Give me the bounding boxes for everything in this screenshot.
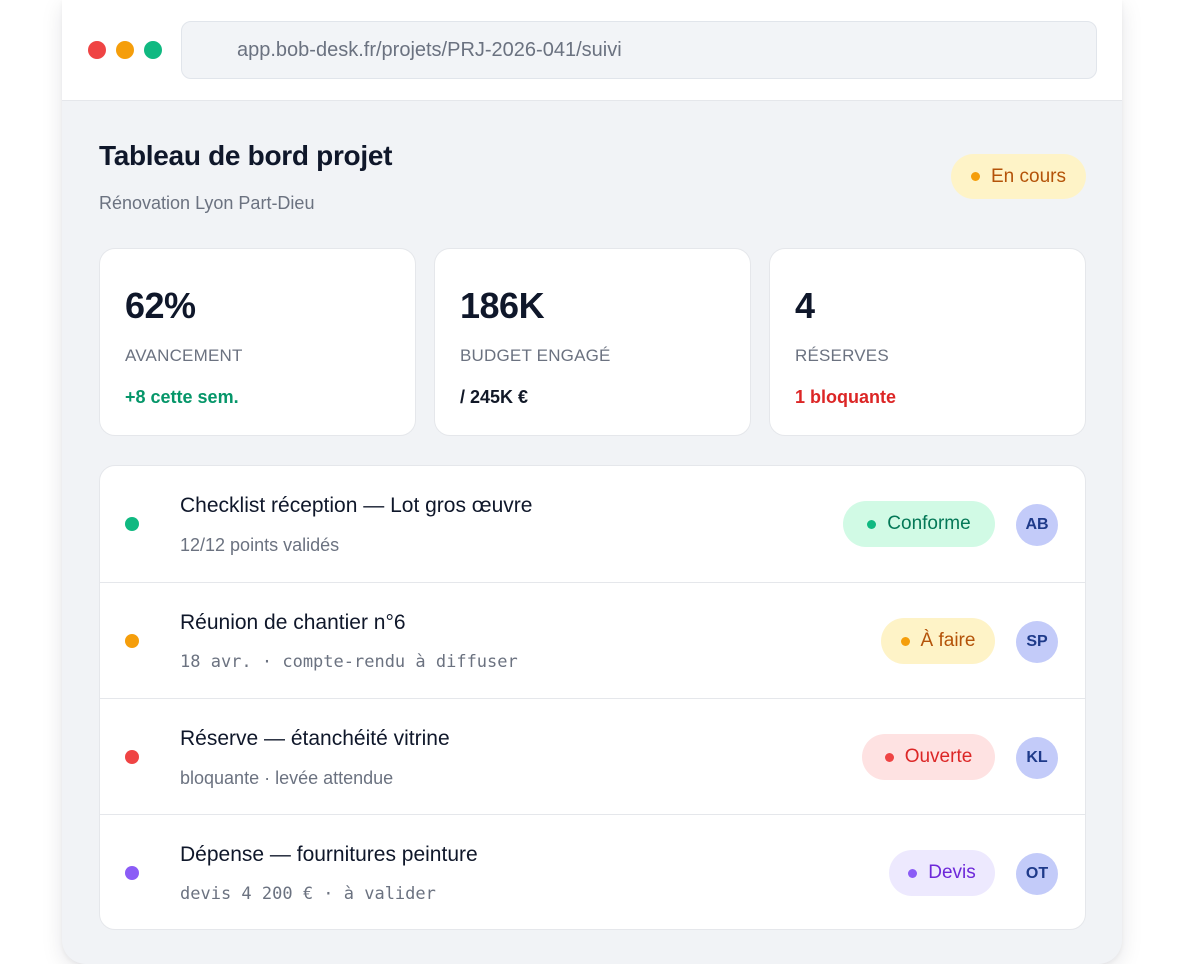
task-status-badge[interactable]: Devis: [889, 850, 995, 896]
stat-card-budget: 186K BUDGET ENGAGÉ / 245K €: [434, 248, 751, 436]
stat-trend: +8 cette sem.: [125, 387, 239, 407]
assignee-avatar[interactable]: AB: [1016, 504, 1058, 546]
stat-value: 186K: [460, 285, 545, 326]
task-meta: bloquante · levée attendue: [180, 768, 394, 788]
minimize-window-button[interactable]: [116, 41, 134, 59]
row-status-dot: [125, 750, 139, 764]
stat-card-progress: 62% AVANCEMENT +8 cette sem.: [99, 248, 416, 436]
task-meta: devis 4 200 € · à valider: [180, 884, 436, 904]
task-status-label: À faire: [920, 630, 976, 651]
task-meta: 18 avr. · compte-rendu à diffuser: [180, 652, 518, 672]
status-dot-icon: [908, 868, 918, 878]
assignee-avatar[interactable]: KL: [1016, 737, 1058, 779]
status-dot-icon: [884, 752, 894, 762]
status-dot-icon: [971, 172, 980, 181]
status-dot-icon: [900, 636, 910, 646]
row-status-dot: [125, 866, 139, 880]
task-status-badge[interactable]: Conforme: [843, 501, 995, 547]
browser-window: app.bob-desk.fr/projets/PRJ-2026-041/sui…: [62, 0, 1122, 964]
close-window-button[interactable]: [88, 41, 106, 59]
assignee-avatar[interactable]: SP: [1016, 621, 1058, 663]
browser-titlebar: app.bob-desk.fr/projets/PRJ-2026-041/sui…: [62, 0, 1122, 101]
task-status-label: Conforme: [887, 513, 971, 534]
project-name: Rénovation Lyon Part-Dieu: [99, 193, 315, 213]
task-title: Checklist réception — Lot gros œuvre: [180, 494, 533, 517]
stat-total: / 245K €: [460, 387, 529, 407]
project-status-label: En cours: [991, 165, 1066, 187]
task-title: Réunion de chantier n°6: [180, 611, 406, 634]
task-row-checklist[interactable]: Checklist réception — Lot gros œuvre 12/…: [100, 466, 1085, 582]
stat-value: 62%: [125, 285, 196, 326]
stat-label: BUDGET ENGAGÉ: [460, 346, 611, 365]
task-list: Checklist réception — Lot gros œuvre 12/…: [99, 465, 1086, 930]
task-meta: 12/12 points validés: [180, 535, 340, 555]
task-title: Réserve — étanchéité vitrine: [180, 727, 450, 750]
address-bar[interactable]: app.bob-desk.fr/projets/PRJ-2026-041/sui…: [181, 21, 1097, 79]
stat-value: 4: [795, 285, 815, 326]
page-title: Tableau de bord projet: [99, 140, 393, 171]
stat-label: AVANCEMENT: [125, 346, 243, 365]
task-row-meeting[interactable]: Réunion de chantier n°6 18 avr. · compte…: [100, 582, 1085, 698]
task-title: Dépense — fournitures peinture: [180, 843, 478, 866]
task-status-label: Ouverte: [904, 746, 973, 767]
project-status-badge: En cours: [951, 154, 1086, 199]
maximize-window-button[interactable]: [144, 41, 162, 59]
task-row-expense[interactable]: Dépense — fournitures peinture devis 4 2…: [100, 814, 1085, 929]
row-status-dot: [125, 517, 139, 531]
stat-label: RÉSERVES: [795, 346, 889, 365]
row-status-dot: [125, 634, 139, 648]
task-status-badge[interactable]: Ouverte: [862, 734, 995, 780]
assignee-avatar[interactable]: OT: [1016, 853, 1058, 895]
task-status-badge[interactable]: À faire: [881, 618, 995, 664]
status-dot-icon: [867, 519, 877, 529]
task-row-reserve[interactable]: Réserve — étanchéité vitrine bloquante ·…: [100, 698, 1085, 814]
stat-alert: 1 bloquante: [795, 387, 897, 407]
stat-card-reserves: 4 RÉSERVES 1 bloquante: [769, 248, 1086, 436]
task-status-label: Devis: [928, 862, 976, 883]
